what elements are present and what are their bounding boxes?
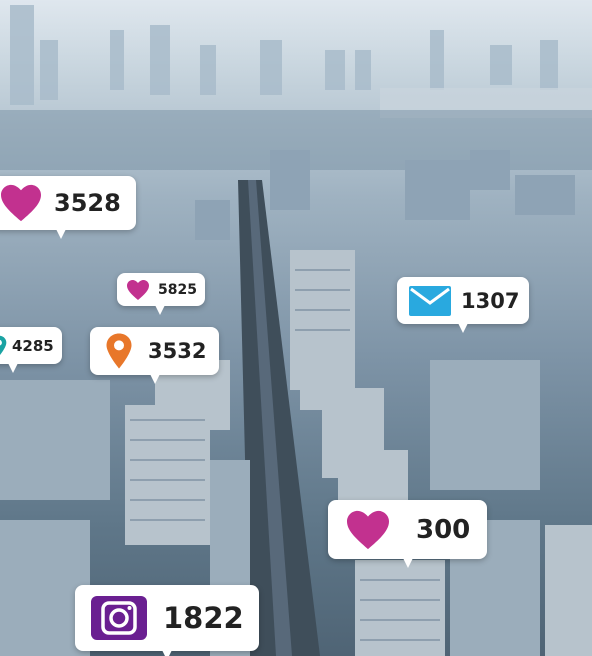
city-aerial-photo: 3528 5825 4285 3532 1307 300 1822 <box>0 0 592 656</box>
notification-bubble: 4285 <box>0 327 62 373</box>
location-pin-icon <box>106 333 132 369</box>
notification-bubble: 1307 <box>397 277 529 333</box>
heart-icon <box>347 510 389 549</box>
city-skyline <box>0 5 592 656</box>
notification-count: 4285 <box>12 336 54 355</box>
notification-count: 1822 <box>163 601 244 635</box>
notification-bubble: 300 <box>328 500 487 568</box>
notification-count: 300 <box>416 514 471 545</box>
camera-icon <box>91 596 147 640</box>
notification-count: 3528 <box>54 189 121 217</box>
location-pin-icon <box>0 335 7 355</box>
heart-icon <box>1 184 41 222</box>
mail-icon <box>409 285 451 316</box>
notification-count: 1307 <box>461 288 520 313</box>
heart-icon <box>127 279 149 300</box>
notification-count: 3532 <box>148 339 207 363</box>
notification-count: 5825 <box>158 281 197 298</box>
notification-bubble: 1822 <box>75 585 259 656</box>
notification-bubble: 5825 <box>117 273 205 315</box>
notification-bubble: 3532 <box>90 327 219 384</box>
notification-bubble: 3528 <box>0 176 136 239</box>
